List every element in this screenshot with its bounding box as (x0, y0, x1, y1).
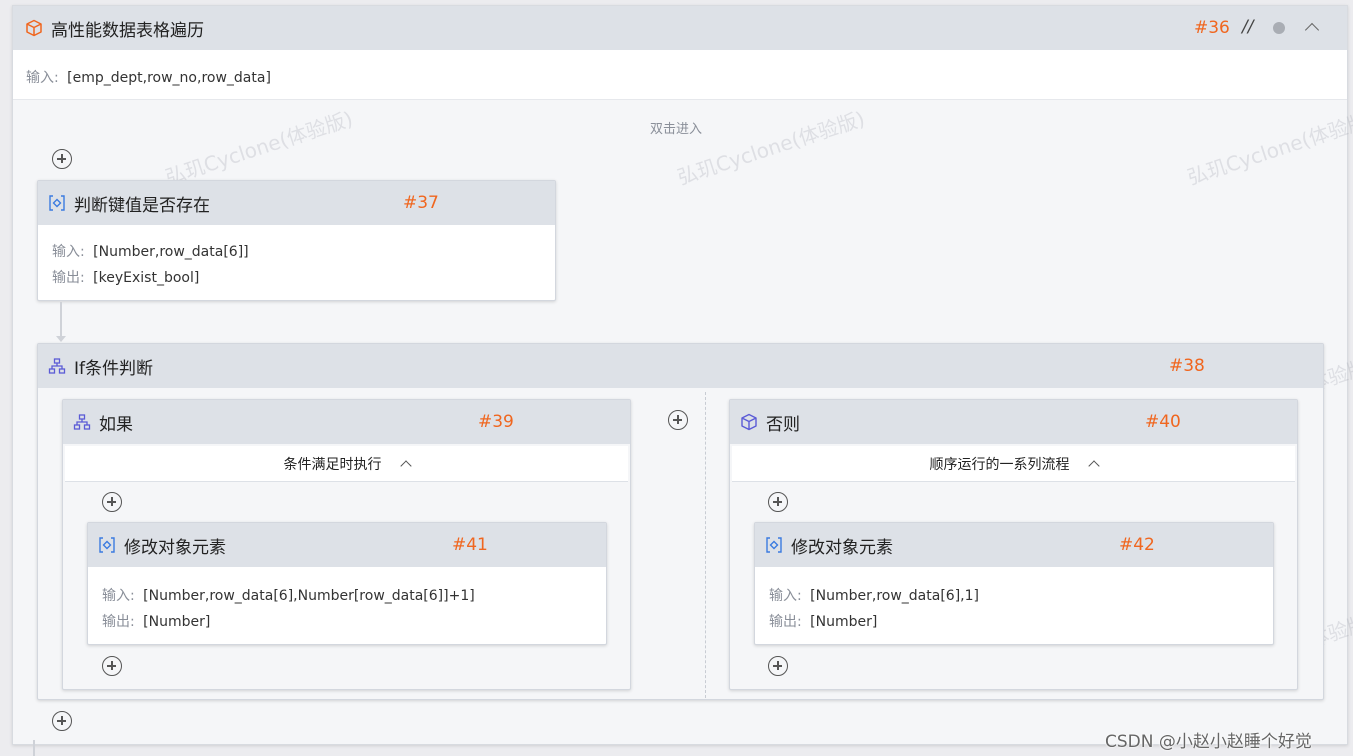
modify-element-header[interactable]: 修改对象元素 #41 (88, 523, 606, 567)
main-block-title: 高性能数据表格遍历 (51, 20, 204, 41)
add-step-button[interactable] (52, 149, 72, 169)
then-branch-card[interactable]: 如果 #39 条件满足时执行 修改对象元素 #41 输入: [Number,ro… (62, 399, 631, 690)
watermark: 弘玑Cyclone(体验版) (1184, 106, 1353, 190)
then-branch-subbar[interactable]: 条件满足时执行 (65, 446, 628, 482)
input-label: 输入: (26, 70, 59, 86)
main-block-card[interactable]: 高性能数据表格遍历 #36 // 输入: [emp_dept,row_no,ro… (12, 5, 1353, 745)
modify-element-title: 修改对象元素 (124, 537, 226, 558)
watermark: 弘玑Cyclone(体验版) (162, 106, 356, 190)
input-value: [Number,row_data[6],Number[row_data[6]]+… (143, 588, 475, 604)
code-bracket-icon (98, 536, 116, 554)
add-step-button[interactable] (102, 492, 122, 512)
input-label: 输入: (769, 588, 802, 604)
branch-icon (48, 357, 66, 375)
footer-credit: CSDN @小赵小赵睡个好觉 (1105, 732, 1312, 752)
modify-element-id: #41 (452, 535, 488, 555)
then-branch-title: 如果 (99, 414, 133, 435)
else-branch-subtitle: 顺序运行的一系列流程 (929, 456, 1070, 473)
modify-element-card[interactable]: 修改对象元素 #42 输入: [Number,row_data[6],1] 输出… (754, 522, 1274, 645)
modify-element-title: 修改对象元素 (791, 537, 893, 558)
if-block-id: #38 (1169, 356, 1205, 376)
input-value: [Number,row_data[6]] (93, 244, 249, 260)
output-value: [Number] (143, 614, 211, 630)
modify-element-id: #42 (1119, 535, 1155, 555)
branch-divider (705, 392, 706, 698)
input-value: [Number,row_data[6],1] (810, 588, 979, 604)
modify-element-header[interactable]: 修改对象元素 #42 (755, 523, 1273, 567)
code-bracket-icon (765, 536, 783, 554)
output-label: 输出: (52, 270, 85, 286)
input-label: 输入: (102, 588, 135, 604)
rail-line (33, 740, 35, 756)
code-bracket-icon (48, 194, 66, 212)
if-block-header[interactable]: If条件判断 #38 (38, 344, 1323, 388)
main-block-io: 输入: [emp_dept,row_no,row_data] (13, 50, 1347, 100)
input-value: [emp_dept,row_no,row_data] (67, 70, 271, 86)
input-label: 输入: (52, 244, 85, 260)
else-branch-subbar[interactable]: 顺序运行的一系列流程 (732, 446, 1295, 482)
main-block-header[interactable]: 高性能数据表格遍历 #36 // (13, 6, 1347, 50)
key-exist-card[interactable]: 判断键值是否存在 #37 输入: [Number,row_data[6]] 输出… (37, 180, 556, 301)
output-label: 输出: (769, 614, 802, 630)
connector-line (60, 302, 62, 338)
else-branch-id: #40 (1145, 412, 1181, 432)
then-branch-subtitle: 条件满足时执行 (283, 456, 382, 473)
modify-element-card[interactable]: 修改对象元素 #41 输入: [Number,row_data[6],Numbe… (87, 522, 607, 645)
then-branch-header[interactable]: 如果 #39 (63, 400, 630, 444)
then-branch-id: #39 (478, 412, 514, 432)
double-click-hint: 双击进入 (650, 122, 703, 137)
else-branch-title: 否则 (766, 414, 800, 435)
else-branch-header[interactable]: 否则 #40 (730, 400, 1297, 444)
key-exist-id: #37 (403, 193, 439, 213)
main-block-id: #36 (1194, 18, 1230, 38)
branch-icon (73, 413, 91, 431)
add-branch-button[interactable] (668, 410, 688, 430)
watermark: 弘玑Cyclone(体验版) (674, 106, 868, 190)
cube-icon (25, 19, 43, 37)
left-rail (0, 0, 12, 756)
if-block-title: If条件判断 (74, 358, 153, 379)
collapse-chevron-icon[interactable] (399, 459, 412, 472)
add-step-button[interactable] (52, 711, 72, 731)
if-block-card[interactable]: If条件判断 #38 如果 #39 条件满足时执行 修改对象元素 #41 输入:… (37, 343, 1324, 700)
output-value: [keyExist_bool] (93, 270, 200, 286)
output-label: 输出: (102, 614, 135, 630)
status-dot-icon[interactable] (1273, 22, 1285, 34)
connector-arrow (56, 336, 66, 342)
cube-icon (740, 413, 758, 431)
add-step-button[interactable] (768, 492, 788, 512)
key-exist-header[interactable]: 判断键值是否存在 #37 (38, 181, 555, 225)
output-value: [Number] (810, 614, 878, 630)
comment-toggle-icon[interactable]: // (1242, 17, 1253, 37)
collapse-chevron-icon[interactable] (1304, 22, 1320, 38)
else-branch-card[interactable]: 否则 #40 顺序运行的一系列流程 修改对象元素 #42 输入: [Number… (729, 399, 1298, 690)
key-exist-title: 判断键值是否存在 (74, 195, 210, 216)
add-step-button[interactable] (768, 656, 788, 676)
add-step-button[interactable] (102, 656, 122, 676)
collapse-chevron-icon[interactable] (1087, 459, 1100, 472)
